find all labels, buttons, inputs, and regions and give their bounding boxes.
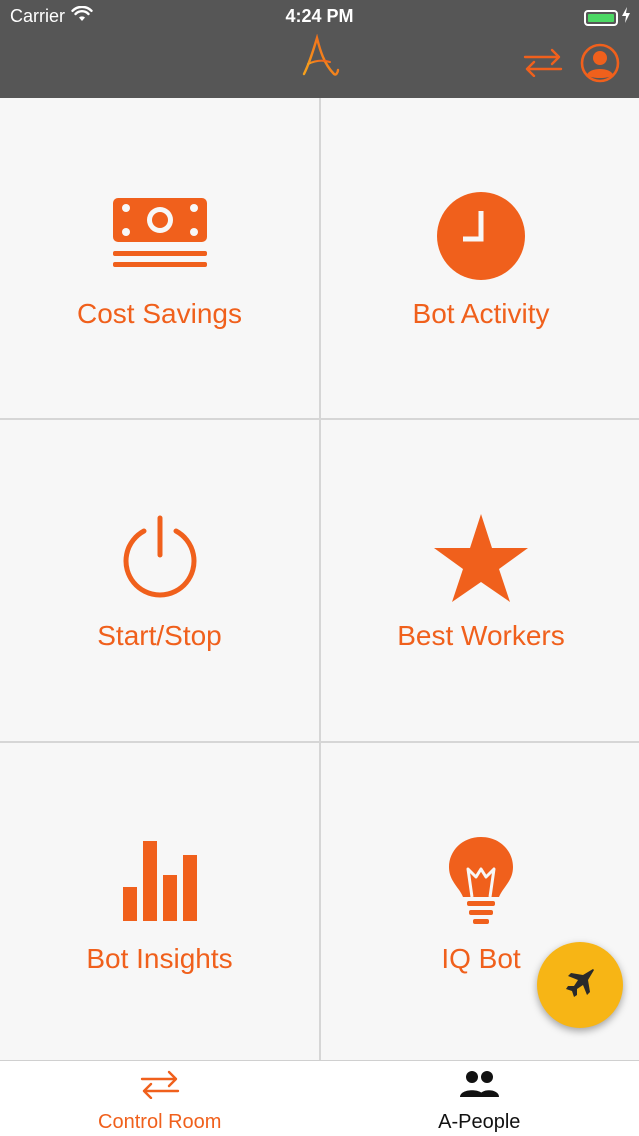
battery-icon (584, 9, 618, 26)
nav-bar (0, 33, 639, 98)
status-time: 4:24 PM (285, 6, 354, 26)
tab-control-room[interactable]: Control Room (0, 1061, 320, 1136)
swap-button[interactable] (520, 46, 566, 82)
tab-label: Control Room (98, 1111, 222, 1133)
bar-chart-icon (110, 835, 210, 927)
dashboard-grid: Cost Savings Bot Activity Start/Stop Bes… (0, 98, 639, 1064)
lightbulb-icon (431, 835, 531, 927)
launch-fab-button[interactable] (537, 942, 623, 1028)
jet-plane-icon (563, 966, 597, 1005)
star-icon (431, 512, 531, 604)
status-bar: Carrier 4:24 PM (0, 0, 639, 34)
tab-label: A-People (438, 1111, 521, 1133)
people-icon (456, 1067, 502, 1101)
battery-indicator (584, 7, 631, 28)
swap-arrows-icon (521, 47, 565, 82)
profile-avatar-icon (580, 43, 620, 87)
tile-label: Start/Stop (97, 620, 222, 651)
power-icon (110, 512, 210, 604)
tile-label: Bot Activity (412, 298, 550, 329)
tile-bot-activity[interactable]: Bot Activity (321, 98, 639, 418)
tile-label: Bot Insights (86, 943, 233, 974)
swap-arrows-icon (137, 1067, 183, 1101)
tile-cost-savings[interactable]: Cost Savings (0, 98, 319, 418)
money-icon (110, 190, 210, 282)
a-logo-icon (298, 33, 342, 80)
app-header: Carrier 4:24 PM (0, 0, 639, 98)
battery-level (588, 13, 614, 22)
tile-bot-insights[interactable]: Bot Insights (0, 743, 319, 1064)
clock-icon (431, 190, 531, 282)
tile-label: Cost Savings (77, 298, 242, 329)
tab-bar: Control Room A-People (0, 1060, 639, 1136)
profile-button[interactable] (580, 43, 620, 83)
tile-label: Best Workers (397, 620, 565, 651)
tab-a-people[interactable]: A-People (320, 1061, 639, 1136)
charging-bolt-icon (621, 7, 631, 28)
tile-best-workers[interactable]: Best Workers (321, 420, 639, 741)
tile-start-stop[interactable]: Start/Stop (0, 420, 319, 741)
